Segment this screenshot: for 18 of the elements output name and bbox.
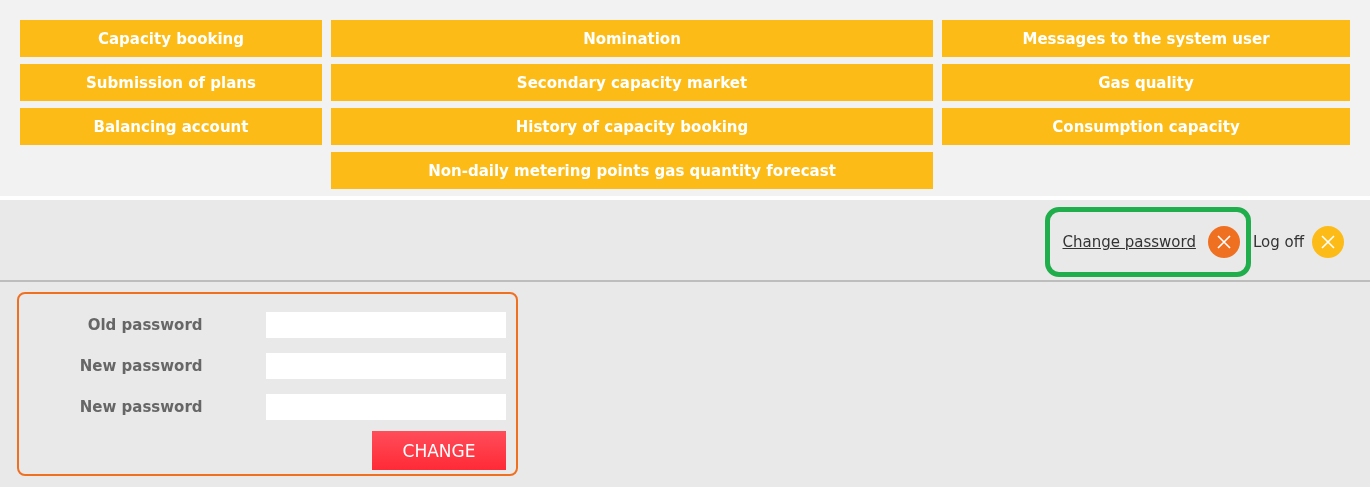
menu-item[interactable]: History of capacity booking xyxy=(331,108,933,145)
log-off-link[interactable]: Log off xyxy=(1252,233,1304,251)
field-label: Old password xyxy=(86,315,203,334)
menu-item[interactable]: Nomination xyxy=(331,20,933,57)
menu-item[interactable]: Gas quality xyxy=(942,64,1350,101)
close-circle-icon[interactable] xyxy=(1207,226,1240,258)
field-label: New password xyxy=(78,397,203,416)
menu-item[interactable]: Balancing account xyxy=(20,108,322,145)
menu-item[interactable]: Capacity booking xyxy=(20,20,322,57)
close-circle-icon[interactable] xyxy=(1312,226,1344,258)
change-password-link[interactable]: Change password xyxy=(1062,233,1196,251)
menu-item[interactable]: Non-daily metering points gas quantity forecast xyxy=(331,152,933,189)
menu-item[interactable]: Consumption capacity xyxy=(942,108,1350,145)
menu-item[interactable]: Submission of plans xyxy=(20,64,322,101)
menu-item[interactable]: Secondary capacity market xyxy=(331,64,933,101)
field-label: New password xyxy=(78,356,203,375)
menu-item[interactable]: Messages to the system user xyxy=(942,20,1350,57)
change-button[interactable]: CHANGE xyxy=(372,431,506,470)
